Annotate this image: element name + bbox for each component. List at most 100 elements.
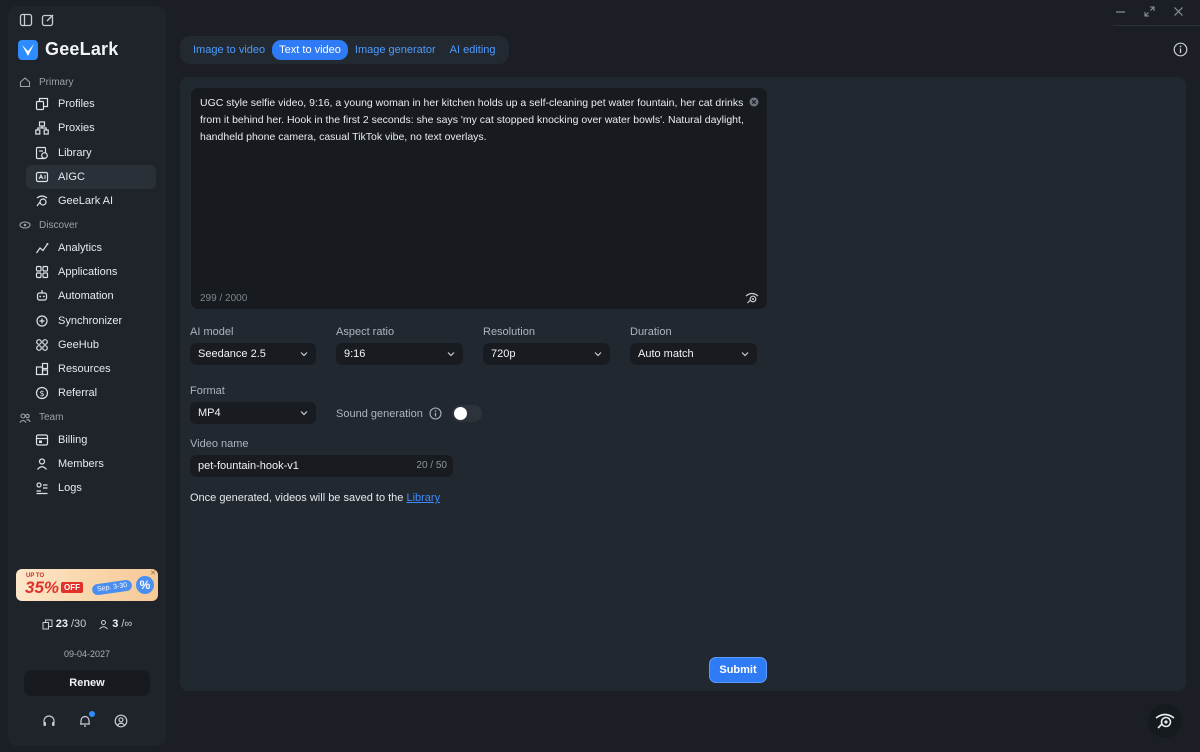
members-total: /∞ bbox=[121, 618, 133, 630]
info-icon[interactable] bbox=[1173, 42, 1188, 57]
synchronizer-icon bbox=[36, 314, 48, 327]
headset-icon[interactable] bbox=[42, 714, 56, 728]
geelark-ai-icon bbox=[36, 195, 48, 207]
tab-image-generator[interactable]: Image generator bbox=[348, 40, 443, 60]
aspect-ratio-select[interactable]: 9:16 bbox=[336, 343, 463, 365]
sidebar-item-label: Proxies bbox=[58, 122, 95, 135]
sidebar-top-icons bbox=[19, 13, 55, 27]
sidebar-item-label: Analytics bbox=[58, 241, 103, 254]
panel-toggle-icon[interactable] bbox=[19, 13, 33, 27]
library-link[interactable]: Library bbox=[406, 492, 440, 504]
sidebar-item-label: Applications bbox=[58, 265, 118, 278]
referral-icon: $ bbox=[35, 387, 49, 400]
format-label: Format bbox=[190, 385, 225, 397]
sidebar-item-automation[interactable]: Automation bbox=[26, 284, 156, 308]
tab-image-to-video[interactable]: Image to video bbox=[186, 40, 272, 60]
notification-dot bbox=[89, 711, 95, 717]
sidebar-item-geehub[interactable]: GeeHub bbox=[26, 333, 156, 357]
sidebar-item-aigc[interactable]: AIGC bbox=[26, 164, 156, 190]
prompt-textarea[interactable]: UGC style selfie video, 9:16, a young wo… bbox=[190, 87, 768, 310]
video-name-input[interactable]: pet-fountain-hook-v1 20 / 50 bbox=[190, 455, 453, 477]
prompt-text[interactable]: UGC style selfie video, 9:16, a young wo… bbox=[200, 95, 750, 146]
members-count-icon bbox=[99, 619, 109, 629]
sidebar-item-label: GeeLark AI bbox=[58, 195, 114, 208]
tab-ai-editing[interactable]: AI editing bbox=[443, 40, 503, 60]
section-primary: Primary bbox=[8, 72, 166, 92]
sidebar-item-proxies[interactable]: Proxies bbox=[26, 116, 156, 140]
profiles-usage: 23/30 bbox=[42, 618, 87, 630]
sidebar-item-members[interactable]: Members bbox=[26, 452, 156, 476]
video-name-value: pet-fountain-hook-v1 bbox=[198, 460, 299, 472]
edit-icon[interactable] bbox=[41, 13, 55, 27]
section-label: Primary bbox=[39, 76, 74, 88]
sidebar-item-synchronizer[interactable]: Synchronizer bbox=[26, 308, 156, 332]
sidebar-item-analytics[interactable]: Analytics bbox=[26, 235, 156, 259]
aspect-ratio-value: 9:16 bbox=[344, 348, 366, 360]
members-used: 3 bbox=[112, 618, 119, 630]
sidebar-item-referral[interactable]: $ Referral bbox=[26, 381, 156, 405]
sidebar-item-logs[interactable]: Logs bbox=[26, 476, 156, 500]
tab-text-to-video[interactable]: Text to video bbox=[272, 40, 348, 60]
close-icon[interactable] bbox=[1173, 4, 1184, 16]
maximize-icon[interactable] bbox=[1144, 4, 1155, 17]
duration-value: Auto match bbox=[638, 348, 694, 360]
chevron-down-icon bbox=[594, 352, 602, 357]
home-icon bbox=[19, 77, 31, 88]
chevron-down-icon bbox=[741, 352, 749, 357]
geehub-icon bbox=[36, 338, 48, 351]
main-panel: UGC style selfie video, 9:16, a young wo… bbox=[180, 77, 1186, 691]
app-name: GeeLark bbox=[45, 39, 119, 59]
window-controls bbox=[1115, 4, 1184, 17]
sidebar-item-applications[interactable]: Applications bbox=[26, 260, 156, 284]
profiles-total: /30 bbox=[70, 618, 87, 630]
section-label: Team bbox=[39, 412, 64, 424]
video-name-counter: 20 / 50 bbox=[416, 460, 447, 471]
automation-icon bbox=[36, 290, 48, 301]
sound-generation-row: Sound generation bbox=[336, 405, 482, 422]
aigc-icon bbox=[35, 171, 49, 183]
minimize-icon[interactable] bbox=[1115, 4, 1126, 15]
section-discover: Discover bbox=[8, 215, 166, 235]
sidebar-item-billing[interactable]: Billing bbox=[26, 428, 156, 452]
usage-stats: 23/30 3/∞ bbox=[8, 618, 166, 630]
duration-select[interactable]: Auto match bbox=[630, 343, 757, 365]
sidebar: GeeLark Primary Profiles Proxies Library… bbox=[8, 6, 166, 746]
prompt-assist-icon[interactable] bbox=[745, 291, 759, 304]
resolution-select[interactable]: 720p bbox=[483, 343, 610, 365]
renew-button[interactable]: Renew bbox=[24, 670, 150, 696]
members-icon bbox=[37, 458, 47, 470]
bell-icon[interactable] bbox=[78, 711, 95, 728]
promo-close-icon[interactable]: ✕ bbox=[149, 570, 157, 578]
expiry-date: 09-04-2027 bbox=[63, 649, 111, 659]
logs-icon bbox=[36, 482, 48, 495]
sidebar-item-label: Library bbox=[58, 146, 92, 159]
format-select[interactable]: MP4 bbox=[190, 402, 316, 424]
sidebar-item-label: Billing bbox=[58, 433, 88, 446]
sidebar-item-profiles[interactable]: Profiles bbox=[26, 92, 156, 116]
billing-icon bbox=[35, 434, 49, 446]
info-icon[interactable] bbox=[429, 407, 442, 420]
promo-badge: % bbox=[136, 576, 154, 594]
section-label: Discover bbox=[39, 219, 78, 231]
ai-model-label: AI model bbox=[190, 326, 234, 338]
discover-icon bbox=[19, 221, 31, 230]
generator-tabs: Image to video Text to video Image gener… bbox=[180, 36, 509, 64]
analytics-icon bbox=[36, 242, 49, 253]
sidebar-item-label: Members bbox=[58, 458, 104, 470]
submit-button[interactable]: Submit bbox=[709, 657, 767, 683]
sidebar-item-resources[interactable]: Resources bbox=[26, 357, 156, 381]
sidebar-item-label: Automation bbox=[58, 290, 114, 303]
aspect-ratio-label: Aspect ratio bbox=[336, 326, 395, 338]
saved-note: Once generated, videos will be saved to … bbox=[190, 492, 440, 504]
assistant-button[interactable] bbox=[1148, 704, 1182, 738]
account-icon[interactable] bbox=[114, 714, 128, 728]
sidebar-item-label: Synchronizer bbox=[58, 314, 123, 327]
sidebar-item-geelark-ai[interactable]: GeeLark AI bbox=[26, 189, 156, 213]
sidebar-item-library[interactable]: Library bbox=[26, 141, 156, 165]
sidebar-item-label: AIGC bbox=[58, 171, 85, 184]
sidebar-bottom-icons bbox=[42, 711, 128, 728]
promo-banner[interactable]: UP TO 35% OFF Sep. 3-30 % ✕ bbox=[16, 569, 158, 601]
sound-generation-toggle[interactable] bbox=[451, 405, 482, 422]
clear-prompt-icon[interactable] bbox=[749, 94, 759, 107]
ai-model-select[interactable]: Seedance 2.5 bbox=[190, 343, 316, 365]
